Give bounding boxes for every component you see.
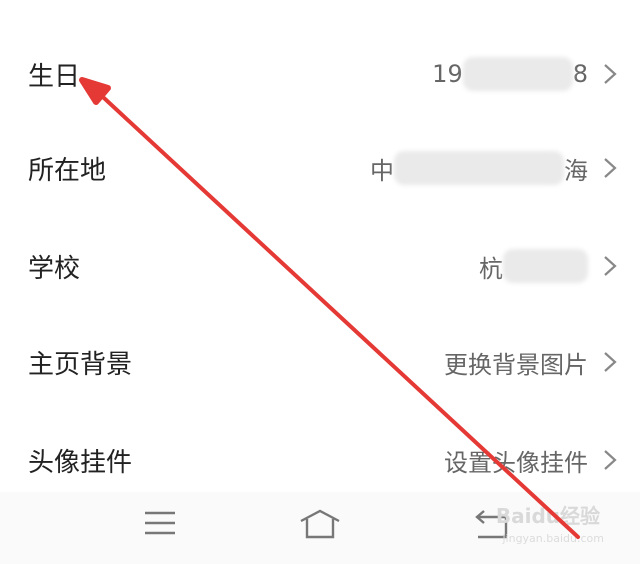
settings-row-school[interactable]: 学校 杭 xyxy=(0,226,640,306)
school-value: 杭 xyxy=(479,249,588,284)
chevron-right-icon xyxy=(604,64,617,84)
redacted-blur xyxy=(394,151,564,185)
settings-row-location[interactable]: 所在地 中 海 xyxy=(0,128,640,208)
school-value-prefix: 杭 xyxy=(479,254,503,283)
chevron-right-icon xyxy=(604,450,617,470)
location-value-suffix: 海 xyxy=(564,156,588,185)
location-value: 中 海 xyxy=(370,151,588,186)
watermark-url: jingyan.baidu.com xyxy=(502,532,604,545)
birthday-value-suffix: 8 xyxy=(572,60,588,88)
settings-row-avatar-pendant[interactable]: 头像挂件 设置头像挂件 xyxy=(0,420,640,500)
avatar-pendant-label: 头像挂件 xyxy=(28,447,133,478)
birthday-value: 19 8 xyxy=(432,57,588,91)
settings-row-homepage-background[interactable]: 主页背景 更换背景图片 xyxy=(0,322,640,402)
birthday-value-prefix: 19 xyxy=(432,60,463,88)
menu-icon[interactable] xyxy=(143,508,177,538)
chevron-right-icon xyxy=(604,158,617,178)
watermark-logo: Baidu经验 xyxy=(495,504,600,528)
location-value-prefix: 中 xyxy=(370,156,394,185)
avatar-pendant-value: 设置头像挂件 xyxy=(444,448,588,477)
homepage-background-label: 主页背景 xyxy=(28,349,133,380)
chevron-right-icon xyxy=(604,256,617,276)
location-label: 所在地 xyxy=(28,155,107,186)
chevron-right-icon xyxy=(604,352,617,372)
home-icon[interactable] xyxy=(298,508,342,540)
birthday-label: 生日 xyxy=(28,61,81,92)
homepage-background-value: 更换背景图片 xyxy=(444,350,588,379)
settings-row-birthday[interactable]: 生日 19 8 xyxy=(0,34,640,114)
school-label: 学校 xyxy=(28,253,81,284)
redacted-blur xyxy=(462,57,573,91)
redacted-blur xyxy=(503,249,588,283)
